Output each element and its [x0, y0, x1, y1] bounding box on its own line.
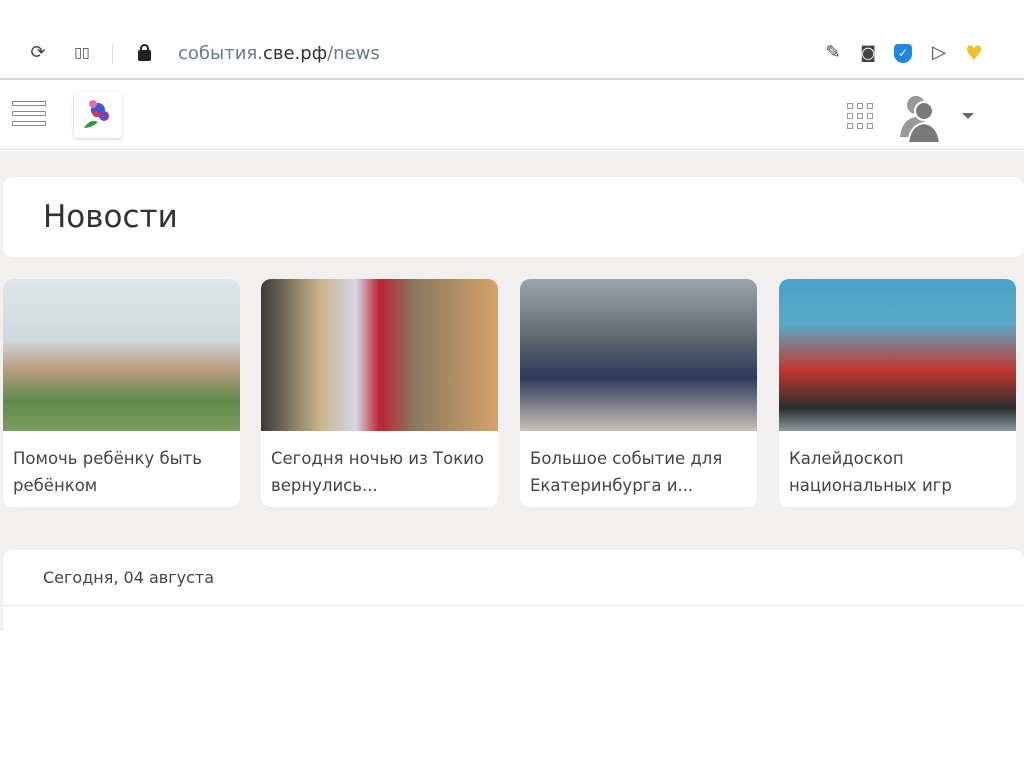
- edit-icon[interactable]: ✎: [822, 42, 844, 64]
- title-card: Новости: [3, 177, 1024, 257]
- news-image[interactable]: [3, 279, 240, 431]
- camera-icon[interactable]: ◙: [857, 42, 879, 64]
- date-header: Сегодня, 04 августа: [43, 568, 215, 587]
- news-card[interactable]: Помочь ребёнку быть ребёнком: [3, 279, 240, 507]
- logo[interactable]: [74, 92, 122, 138]
- news-title[interactable]: Помочь ребёнку быть ребёнком: [3, 431, 240, 499]
- news-image[interactable]: [261, 279, 498, 431]
- tabs-grid-icon[interactable]: ▯▯: [71, 42, 93, 64]
- avatar[interactable]: [898, 93, 944, 147]
- menu-icon[interactable]: [12, 101, 46, 131]
- news-image[interactable]: [520, 279, 757, 431]
- news-title[interactable]: Сегодня ночью из Токио вернулись...: [261, 431, 498, 499]
- news-image[interactable]: [779, 279, 1016, 431]
- apps-grid-icon[interactable]: [847, 103, 873, 129]
- heart-icon[interactable]: ♥: [963, 42, 985, 64]
- main-content: Новости Помочь ребёнку быть ребёнком Сег…: [0, 151, 1024, 631]
- reload-icon[interactable]: ⟳: [27, 42, 49, 64]
- chevron-down-icon[interactable]: [962, 113, 974, 125]
- news-card[interactable]: Сегодня ночью из Токио вернулись...: [261, 279, 498, 507]
- divider: [112, 44, 113, 64]
- address-bar[interactable]: события.све.рф/news: [178, 43, 380, 64]
- divider: [3, 605, 1024, 606]
- shield-check-icon[interactable]: ✓: [894, 44, 912, 63]
- news-feed: Сегодня, 04 августа: [3, 550, 1024, 631]
- send-icon[interactable]: ▷: [928, 42, 950, 64]
- news-card[interactable]: Большое событие для Екатеринбурга и...: [520, 279, 757, 507]
- news-card[interactable]: Калейдоскоп национальных игр: [779, 279, 1016, 507]
- news-title[interactable]: Калейдоскоп национальных игр: [779, 431, 1016, 499]
- page-title: Новости: [43, 199, 178, 235]
- news-title[interactable]: Большое событие для Екатеринбурга и...: [520, 431, 757, 499]
- browser-toolbar: ⟳ ▯▯ события.све.рф/news ✎ ◙ ✓ ▷ ♥: [0, 0, 1024, 80]
- lock-icon[interactable]: [138, 44, 151, 61]
